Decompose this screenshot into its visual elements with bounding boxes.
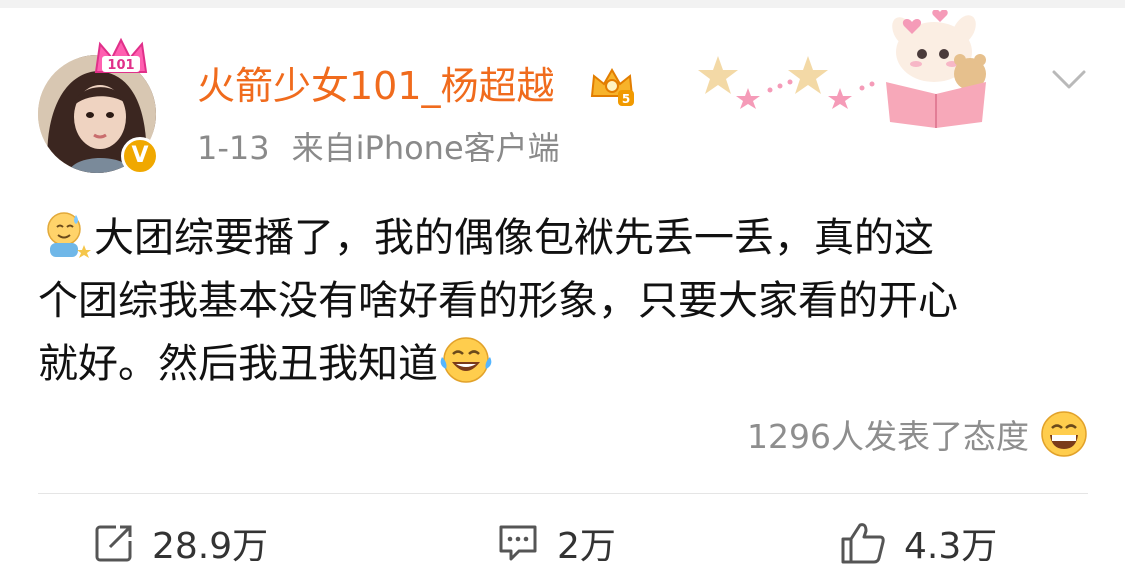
grin-emoji xyxy=(1041,411,1087,457)
vip-level: 5 xyxy=(622,92,630,106)
post-source: 来自iPhone客户端 xyxy=(291,129,560,167)
reactions-text: 1296人发表了态度 xyxy=(747,417,1029,456)
comment-button[interactable]: 2万 xyxy=(497,518,616,568)
repost-button[interactable]: 28.9万 xyxy=(94,518,268,568)
post-date: 1-13 xyxy=(197,129,270,167)
comment-icon xyxy=(499,525,537,561)
reactions-summary[interactable]: 1296人发表了态度 xyxy=(747,408,1089,460)
crown-number: 101 xyxy=(107,58,134,73)
comment-count: 2万 xyxy=(557,526,616,567)
pink-crown-101-icon: 101 xyxy=(94,37,148,73)
post-text-line-3: 就好。然后我丑我知道 xyxy=(38,341,438,387)
post-text: 大团综要播了，我的偶像包袱先丢一丢，真的这 个团综我基本没有啥好看的形象，只要大… xyxy=(38,207,1088,396)
username[interactable]: 火箭少女101_杨超越 xyxy=(197,62,555,110)
top-divider xyxy=(0,0,1125,8)
like-button[interactable]: 4.3万 xyxy=(840,518,997,568)
post-meta: 1-13 来自iPhone客户端 xyxy=(197,128,560,168)
vip-crown-level-icon[interactable]: 5 xyxy=(588,62,636,110)
repost-icon xyxy=(95,525,132,562)
thumbs-up-icon xyxy=(841,523,885,564)
sweat-smile-emoji xyxy=(47,212,91,258)
laugh-cry-emoji xyxy=(440,337,492,383)
post-text-line-2: 个团综我基本没有啥好看的形象，只要大家看的开心 xyxy=(38,278,958,324)
decorative-sticker-icon xyxy=(698,10,986,128)
post-text-line-1: 大团综要播了，我的偶像包袱先丢一丢，真的这 xyxy=(94,215,934,261)
verified-v-icon: V xyxy=(121,137,159,175)
chevron-down-icon[interactable] xyxy=(1046,60,1092,100)
like-count: 4.3万 xyxy=(904,526,998,567)
repost-count: 28.9万 xyxy=(152,526,269,567)
action-bar-divider xyxy=(38,493,1088,494)
